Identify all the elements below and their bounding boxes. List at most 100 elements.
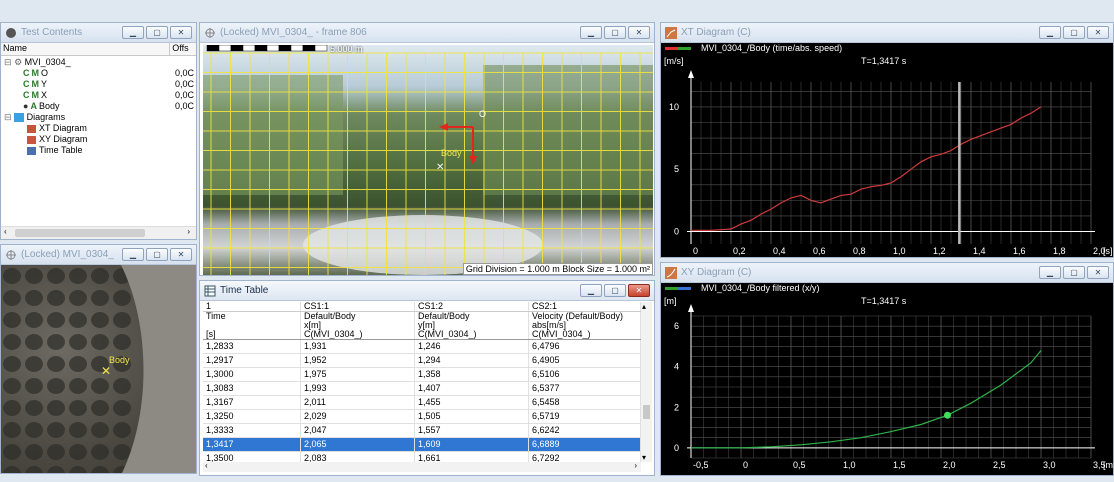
table-row[interactable]: 1,3000 1,975 1,358 6,5106 [203, 368, 641, 382]
x-tick-label: 3,0 [1043, 460, 1056, 470]
minimize-button[interactable]: ▁ [580, 26, 602, 39]
table-cell: 1,3417 [203, 438, 301, 451]
close-button[interactable]: ✕ [170, 26, 192, 39]
tree-item[interactable]: C M X 0,0C [23, 90, 194, 101]
minimize-button[interactable]: ▁ [1039, 26, 1061, 39]
legend-swatch [665, 47, 691, 50]
maximize-button[interactable]: ▢ [1063, 26, 1085, 39]
header-cell[interactable]: Default/Body [301, 312, 415, 321]
table-row[interactable]: 1,3417 2,065 1,609 6,6889 [203, 438, 641, 452]
table-cell: 1,931 [301, 340, 415, 353]
prefix-text: C [23, 68, 30, 78]
maximize-button[interactable]: ▢ [1063, 266, 1085, 279]
maximize-button[interactable]: ▢ [146, 26, 168, 39]
video-frame[interactable]: ✕ 5.000 m O Body Grid Division = 1.000 m… [203, 45, 653, 275]
time-table-titlebar[interactable]: Time Table ▁ ▢ ✕ [200, 281, 654, 301]
x-tick-label: 1,4 [973, 246, 986, 256]
scroll-left-icon[interactable]: ‹ [4, 227, 7, 236]
xt-diagram-window: XT Diagram (C) ▁ ▢ ✕ MVI_0304_/Body (tim… [660, 22, 1114, 258]
scroll-left-icon[interactable]: ‹ [205, 461, 208, 470]
app-icon [5, 27, 17, 39]
table-cell: 1,407 [415, 382, 529, 395]
folder-icon: ⚙ [14, 57, 23, 67]
tree-diagram-item[interactable]: XY Diagram [27, 134, 87, 145]
header-cell[interactable]: C(MVI_0304_) [415, 330, 529, 339]
header-cell[interactable] [203, 321, 301, 330]
minimize-button[interactable]: ▁ [580, 284, 602, 297]
scrollbar-thumb[interactable] [643, 405, 650, 419]
current-position-marker[interactable] [944, 411, 951, 419]
close-button[interactable]: ✕ [628, 284, 650, 297]
close-button[interactable]: ✕ [1087, 266, 1109, 279]
close-button[interactable]: ✕ [170, 248, 192, 261]
x-tick-label: 1,0 [843, 460, 856, 470]
tree-item[interactable]: ● A Body 0,0C [23, 101, 194, 112]
xy-titlebar[interactable]: XY Diagram (C) ▁ ▢ ✕ [661, 263, 1113, 283]
xy-chart[interactable]: -0,500,51,01,52,02,53,03,50246[m][m]T=1,… [661, 294, 1113, 475]
scroll-down-icon[interactable]: ▾ [642, 453, 646, 462]
scrollbar-thumb[interactable] [15, 229, 145, 237]
scale-segment [290, 45, 304, 52]
item-offset: 0,0C [175, 79, 195, 89]
y-axis-label: [m] [664, 296, 677, 306]
xt-chart[interactable]: 0 0,2 0,4 0,6 0,8 1,0 1,2 1,4 1,6 1,8 2,00510[m/s]… [661, 54, 1113, 257]
scale-segment [278, 45, 292, 52]
header-cell[interactable]: Default/Body [415, 312, 529, 321]
maximize-button[interactable]: ▢ [604, 284, 626, 297]
scroll-right-icon[interactable]: › [634, 461, 637, 470]
header-cell[interactable]: Time [203, 312, 301, 321]
header-cell[interactable]: CS2:1 [529, 302, 641, 311]
header-cell[interactable]: [s] [203, 330, 301, 339]
xt-titlebar[interactable]: XT Diagram (C) ▁ ▢ ✕ [661, 23, 1113, 43]
video-window: (Locked) MVI_0304_ - frame 806 ▁ ▢ ✕ ✕ 5… [199, 22, 655, 276]
table-row[interactable]: 1,3333 2,047 1,557 6,6242 [203, 424, 641, 438]
tree-diagram-item[interactable]: XT Diagram [27, 123, 87, 134]
header-cell[interactable]: C(MVI_0304_) [301, 330, 415, 339]
maximize-button[interactable]: ▢ [146, 248, 168, 261]
header-cell[interactable]: CS1:2 [415, 302, 529, 311]
column-name[interactable]: Name [1, 43, 171, 55]
vertical-scrollbar[interactable]: ▴ ▾ [641, 302, 652, 462]
tree-item[interactable]: C M Y 0,0C [23, 79, 195, 90]
header-cell[interactable]: x[m] [301, 321, 415, 330]
zoom-titlebar[interactable]: (Locked) MVI_0304_ ▁ ▢ ✕ [1, 245, 196, 265]
tree-item[interactable]: C M O 0,0C [23, 68, 194, 79]
table-row[interactable]: 1,3167 2,011 1,455 6,5458 [203, 396, 641, 410]
column-offset[interactable]: Offs [170, 43, 196, 55]
zoom-view: ✕ Body [1, 265, 196, 473]
horizontal-scrollbar[interactable]: ‹ › [1, 226, 196, 239]
header-cell[interactable]: Velocity (Default/Body) [529, 312, 641, 321]
header-cell[interactable]: abs[m/s] [529, 321, 641, 330]
header-cell[interactable]: CS1:1 [301, 302, 415, 311]
close-button[interactable]: ✕ [628, 26, 650, 39]
minimize-button[interactable]: ▁ [122, 26, 144, 39]
track-icon [204, 27, 216, 39]
maximize-button[interactable]: ▢ [604, 26, 626, 39]
minimize-button[interactable]: ▁ [1039, 266, 1061, 279]
scroll-right-icon[interactable]: › [187, 227, 190, 236]
body-label: Body [441, 148, 462, 158]
y-tick-label: 4 [674, 362, 679, 372]
axis-arrow [688, 304, 694, 312]
table-row[interactable]: 1,3250 2,029 1,505 6,5719 [203, 410, 641, 424]
tree-diagram-item[interactable]: Time Table [27, 145, 83, 156]
x-tick-label: 0 [693, 246, 698, 256]
diagram-icon [27, 146, 36, 155]
scroll-up-icon[interactable]: ▴ [642, 302, 646, 311]
table-row[interactable]: 1,2917 1,952 1,294 6,4905 [203, 354, 641, 368]
close-button[interactable]: ✕ [1087, 26, 1109, 39]
tree-root[interactable]: ⊟ ⚙ MVI_0304_ [4, 57, 71, 68]
table-row[interactable]: 1,3083 1,993 1,407 6,5377 [203, 382, 641, 396]
test-contents-titlebar[interactable]: Test Contents ▁ ▢ ✕ [1, 23, 196, 43]
y-tick-label: 5 [674, 164, 679, 174]
header-cell[interactable]: C(MVI_0304_) [529, 330, 641, 339]
legend-swatch [665, 287, 691, 290]
minimize-button[interactable]: ▁ [122, 248, 144, 261]
badge-text: M [31, 68, 40, 78]
tree-diagrams[interactable]: ⊟ Diagrams [4, 112, 65, 123]
video-titlebar[interactable]: (Locked) MVI_0304_ - frame 806 ▁ ▢ ✕ [200, 23, 654, 43]
header-cell[interactable]: 1 [203, 302, 301, 311]
horizontal-scrollbar[interactable]: ‹ › [203, 461, 641, 472]
table-row[interactable]: 1,2833 1,931 1,246 6,4796 [203, 340, 641, 354]
header-cell[interactable]: y[m] [415, 321, 529, 330]
